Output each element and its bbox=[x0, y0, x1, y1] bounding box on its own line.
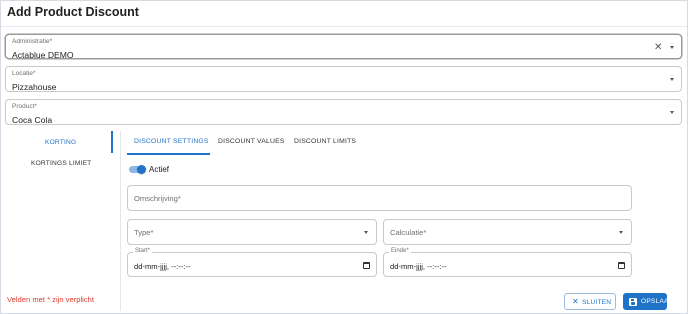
tab-discount-values[interactable]: DISCOUNT VALUES bbox=[218, 138, 285, 145]
einde-datetime-input[interactable]: Einde* dd-mm-jjjj, --:--:-- bbox=[383, 248, 632, 277]
chevron-down-icon[interactable] bbox=[670, 111, 674, 114]
calculatie-placeholder: Calculatie* bbox=[390, 228, 427, 237]
administratie-label: Administratie* bbox=[12, 38, 53, 45]
administratie-value: Actablue DEMO bbox=[12, 50, 74, 60]
type-select[interactable]: Type* bbox=[127, 219, 377, 245]
start-label: Start* bbox=[133, 248, 153, 254]
side-tab-kortings-limiet[interactable]: KORTINGS LIMIET bbox=[31, 160, 91, 167]
close-button[interactable]: ✕ SLUITEN bbox=[564, 293, 616, 310]
title-divider bbox=[1, 26, 687, 27]
chevron-down-icon[interactable] bbox=[670, 46, 674, 49]
chevron-down-icon[interactable] bbox=[670, 78, 674, 81]
locatie-select[interactable]: Locatie* Pizzahouse bbox=[5, 66, 682, 92]
calendar-icon[interactable] bbox=[363, 262, 370, 269]
administratie-select[interactable]: Administratie* Actablue DEMO ✕ bbox=[5, 34, 682, 60]
dialog-title: Add Product Discount bbox=[7, 5, 139, 19]
einde-value: dd-mm-jjjj, --:--:-- bbox=[390, 262, 447, 271]
save-icon bbox=[629, 297, 637, 306]
save-button-label: OPSLAAN bbox=[641, 297, 674, 305]
dialog: Add Product Discount Administratie* Acta… bbox=[0, 0, 688, 314]
chevron-down-icon[interactable] bbox=[619, 231, 623, 234]
calendar-icon[interactable] bbox=[618, 262, 625, 269]
product-select[interactable]: Product* Coca Cola bbox=[5, 99, 682, 125]
locatie-value: Pizzahouse bbox=[12, 82, 57, 92]
required-note: Velden met * zijn verplicht bbox=[7, 295, 94, 304]
einde-label: Einde* bbox=[389, 248, 411, 254]
calculatie-select[interactable]: Calculatie* bbox=[383, 219, 632, 245]
panel-divider bbox=[120, 131, 121, 311]
omschrijving-placeholder: Omschrijving* bbox=[134, 194, 181, 203]
toggle-knob[interactable] bbox=[137, 164, 146, 174]
close-button-label: SLUITEN bbox=[582, 298, 612, 306]
tab-indicator bbox=[127, 153, 210, 155]
close-icon[interactable]: ✕ bbox=[654, 43, 662, 53]
side-tab-indicator bbox=[111, 131, 113, 153]
actief-label: Actief bbox=[149, 165, 170, 174]
product-label: Product* bbox=[12, 103, 37, 110]
product-value: Coca Cola bbox=[12, 115, 53, 125]
start-value: dd-mm-jjjj, --:--:-- bbox=[134, 262, 191, 271]
chevron-down-icon[interactable] bbox=[364, 231, 368, 234]
omschrijving-input[interactable]: Omschrijving* bbox=[127, 185, 632, 211]
locatie-label: Locatie* bbox=[12, 70, 36, 77]
side-tab-korting[interactable]: KORTING bbox=[45, 139, 76, 146]
close-icon: ✕ bbox=[572, 297, 579, 306]
tab-discount-settings[interactable]: DISCOUNT SETTINGS bbox=[134, 138, 209, 145]
start-datetime-input[interactable]: Start* dd-mm-jjjj, --:--:-- bbox=[127, 248, 377, 277]
save-button[interactable]: OPSLAAN bbox=[623, 293, 673, 310]
type-placeholder: Type* bbox=[134, 228, 154, 237]
tab-discount-limits[interactable]: DISCOUNT LIMITS bbox=[294, 138, 356, 145]
